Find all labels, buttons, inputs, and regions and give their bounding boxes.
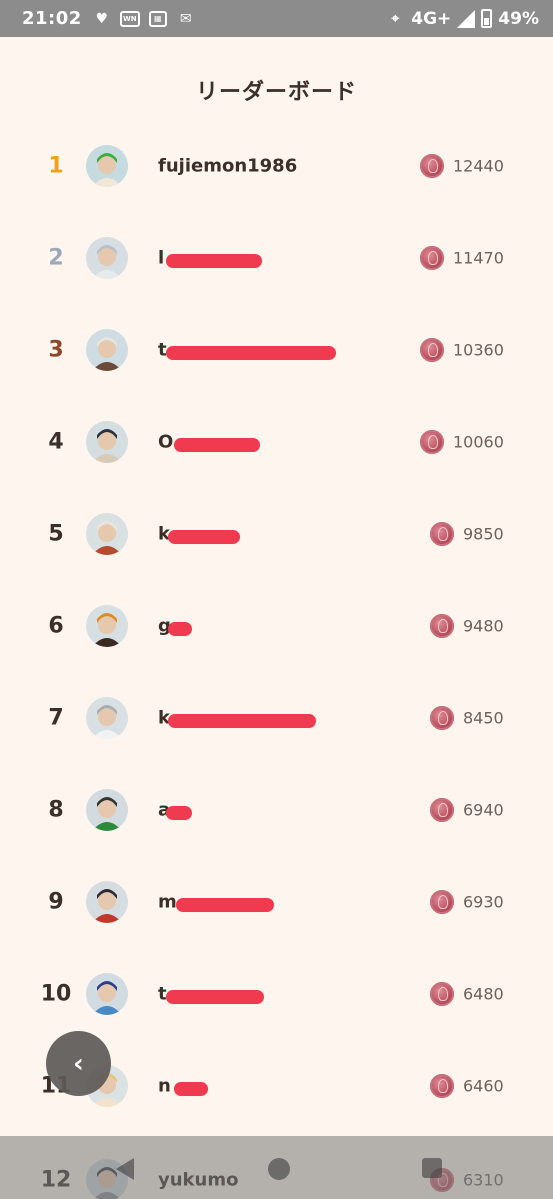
rank-number: 8 xyxy=(48,797,64,823)
score-value: 6460 xyxy=(463,1076,504,1096)
leaderboard-row[interactable]: 10 t 6480 xyxy=(0,948,553,1040)
avatar xyxy=(86,329,128,371)
rank-number: 7 xyxy=(48,705,64,731)
status-icons-right: ⌖ 4G+ 49% xyxy=(385,9,539,29)
chevron-left-icon: ‹ xyxy=(73,1048,84,1079)
avatar xyxy=(86,973,128,1015)
redaction-mark xyxy=(166,254,262,268)
back-button[interactable]: ‹ xyxy=(46,1031,111,1096)
battery-label: 49% xyxy=(498,8,539,29)
rank-number: 9 xyxy=(48,889,64,915)
score-value: 8450 xyxy=(463,708,504,728)
avatar xyxy=(86,421,128,463)
leaderboard-row[interactable]: 9 m 6930 xyxy=(0,856,553,948)
leaderboard-row[interactable]: 5 k 9850 xyxy=(0,488,553,580)
medal-icon xyxy=(420,154,444,178)
leaderboard-row[interactable]: 6 g 9480 xyxy=(0,580,553,672)
avatar xyxy=(86,789,128,831)
medal-icon xyxy=(430,798,454,822)
redaction-mark xyxy=(174,1082,208,1096)
rank-number: 1 xyxy=(48,153,64,179)
heart-pulse-icon: ♥ xyxy=(95,10,109,27)
page-title: リーダーボード xyxy=(195,80,357,105)
leaderboard-row[interactable]: 8 a 6940 xyxy=(0,764,553,856)
redaction-mark xyxy=(174,438,260,452)
medal-icon xyxy=(430,1074,454,1098)
score-value: 9850 xyxy=(463,524,504,544)
redaction-mark xyxy=(166,806,192,820)
status-icons-left: ♥ WN ▦ ✉ xyxy=(92,10,196,28)
location-icon: ⌖ xyxy=(391,10,400,27)
score-value: 10060 xyxy=(453,432,504,452)
medal-icon xyxy=(430,522,454,546)
score-value: 9480 xyxy=(463,616,504,636)
avatar xyxy=(86,881,128,923)
sim-icon: ▦ xyxy=(148,10,168,28)
status-time: 21:02 xyxy=(22,8,82,29)
network-label: 4G+ xyxy=(411,8,452,29)
nav-home-icon[interactable] xyxy=(268,1158,290,1180)
medal-icon xyxy=(430,706,454,730)
score-value: 10360 xyxy=(453,340,504,360)
nav-recents-icon[interactable] xyxy=(422,1158,442,1178)
score-value: 6930 xyxy=(463,892,504,912)
redaction-mark xyxy=(168,714,316,728)
status-bar: 21:02 ♥ WN ▦ ✉ ⌖ 4G+ 49% xyxy=(0,0,553,37)
username: fujiemon1986 xyxy=(158,155,298,177)
redaction-mark xyxy=(166,990,264,1004)
redaction-mark xyxy=(176,898,274,912)
medal-icon xyxy=(430,982,454,1006)
avatar xyxy=(86,237,128,279)
mail-icon: ✉ xyxy=(179,10,192,27)
medal-icon xyxy=(420,246,444,270)
wn-app-icon: WN xyxy=(119,10,140,28)
leaderboard-row[interactable]: 7 k 8450 xyxy=(0,672,553,764)
rank-number: 3 xyxy=(48,337,64,363)
avatar xyxy=(86,145,128,187)
redaction-mark xyxy=(166,346,336,360)
redaction-mark xyxy=(168,530,240,544)
nav-back-icon[interactable] xyxy=(116,1158,134,1180)
leaderboard-row[interactable]: 2 l 11470 xyxy=(0,212,553,304)
medal-icon xyxy=(430,614,454,638)
system-nav-bar xyxy=(0,1136,553,1199)
rank-number: 5 xyxy=(48,521,64,547)
score-value: 12440 xyxy=(453,156,504,176)
avatar xyxy=(86,605,128,647)
username: l xyxy=(158,247,165,269)
signal-icon xyxy=(457,9,476,28)
score-value: 6940 xyxy=(463,800,504,820)
leaderboard-row[interactable]: 1 fujiemon1986 12440 xyxy=(0,120,553,212)
battery-icon xyxy=(481,9,493,28)
avatar xyxy=(86,697,128,739)
leaderboard-row[interactable]: 4 O 10060 xyxy=(0,396,553,488)
leaderboard-row[interactable]: 3 t 10360 xyxy=(0,304,553,396)
score-value: 11470 xyxy=(453,248,504,268)
medal-icon xyxy=(430,890,454,914)
username: O xyxy=(158,431,174,453)
medal-icon xyxy=(420,430,444,454)
rank-number: 4 xyxy=(48,429,64,455)
rank-number: 6 xyxy=(48,613,64,639)
rank-number: 10 xyxy=(40,981,72,1007)
redaction-mark xyxy=(168,622,192,636)
score-value: 6480 xyxy=(463,984,504,1004)
username: m xyxy=(158,891,177,913)
medal-icon xyxy=(420,338,444,362)
avatar xyxy=(86,513,128,555)
username: n xyxy=(158,1075,171,1097)
rank-number: 2 xyxy=(48,245,64,271)
